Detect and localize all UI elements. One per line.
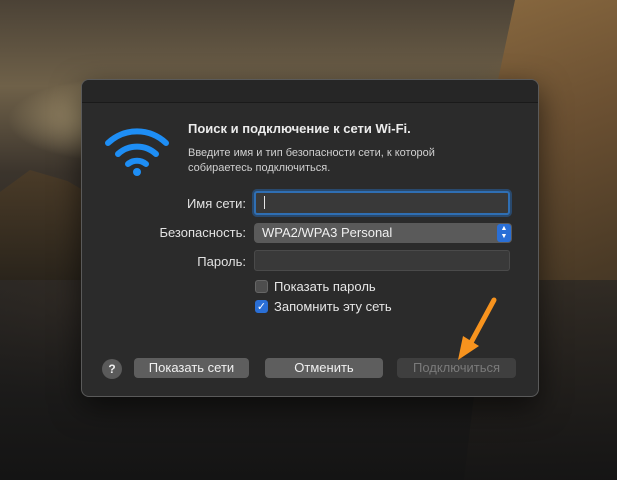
network-name-label: Имя сети: xyxy=(186,196,246,211)
show-password-label[interactable]: Показать пароль xyxy=(274,279,376,294)
cancel-button[interactable]: Отменить xyxy=(265,358,383,378)
show-networks-button[interactable]: Показать сети xyxy=(134,358,249,378)
dialog-description-line-1: Введите имя и тип безопасности сети, к к… xyxy=(188,147,435,159)
security-label: Безопасность: xyxy=(159,225,246,240)
annotation-arrow-icon xyxy=(458,297,497,360)
network-name-field[interactable] xyxy=(254,191,510,215)
dialog-title: Поиск и подключение к сети Wi-Fi. xyxy=(188,121,411,136)
help-button[interactable]: ? xyxy=(102,359,122,379)
dialog-description-line-2: собираетесь подключиться. xyxy=(188,162,331,174)
text-caret xyxy=(264,196,265,209)
password-field[interactable] xyxy=(254,250,510,271)
wifi-icon xyxy=(105,128,169,176)
remember-network-checkbox[interactable]: ✓ xyxy=(255,300,268,313)
dialog-description: Введите имя и тип безопасности сети, к к… xyxy=(188,146,488,176)
show-password-checkbox[interactable] xyxy=(255,280,268,293)
chevron-up-down-icon: ▲ ▼ xyxy=(497,224,511,242)
remember-network-label[interactable]: Запомнить эту сеть xyxy=(274,299,392,314)
password-label: Пароль: xyxy=(197,254,246,269)
security-select-value: WPA2/WPA3 Personal xyxy=(262,225,393,240)
security-select[interactable]: WPA2/WPA3 Personal ▲ ▼ xyxy=(254,223,512,243)
dialog-titlebar[interactable] xyxy=(82,80,538,103)
